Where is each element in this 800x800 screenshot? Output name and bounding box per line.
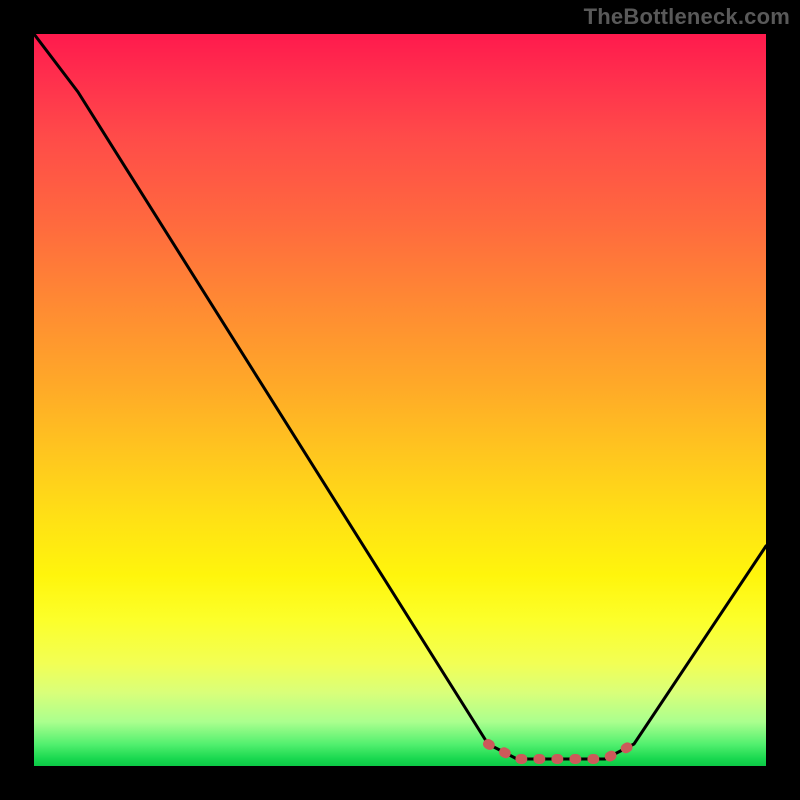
curve-path — [34, 34, 766, 759]
bottleneck-curve — [34, 34, 766, 766]
chart-frame: TheBottleneck.com — [0, 0, 800, 800]
plot-area — [34, 34, 766, 766]
attribution-text: TheBottleneck.com — [584, 4, 790, 30]
